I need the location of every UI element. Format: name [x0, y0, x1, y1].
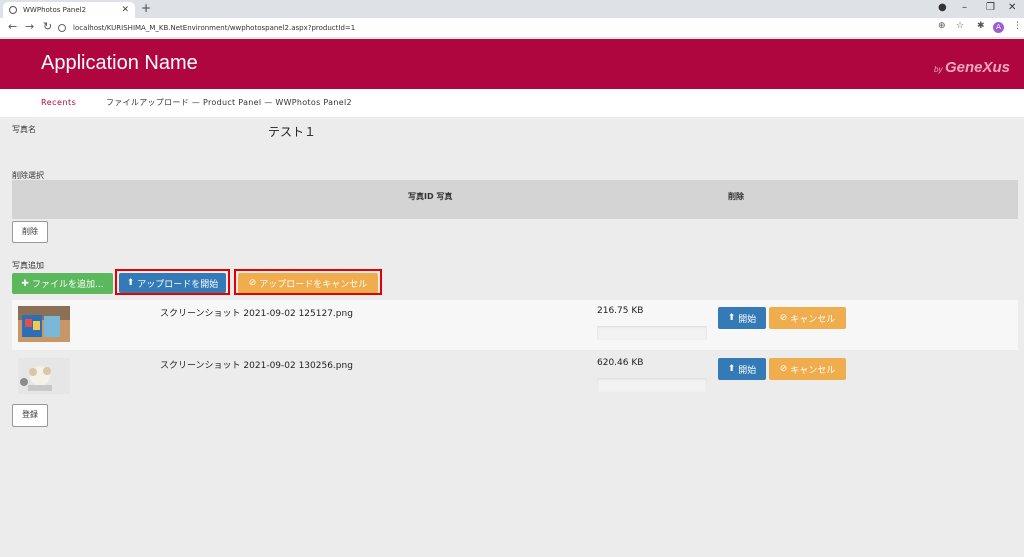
cancel-upload-label: アップロードをキャンセル: [259, 279, 368, 290]
cancel-icon: ⊘: [779, 313, 788, 323]
globe-icon: [9, 6, 17, 14]
browser-toolbar: ← → ↻ localhost/KURISHIMA_M_KB.NetEnviro…: [0, 18, 1024, 38]
site-info-icon[interactable]: [58, 24, 66, 32]
upload-progress-bar: [597, 326, 707, 340]
file-row: スクリーンショット 2021-09-02 130256.png 620.46 K…: [12, 352, 1018, 402]
file-row: スクリーンショット 2021-09-02 125127.png 216.75 K…: [12, 300, 1018, 350]
start-upload-button[interactable]: ⬆ アップロードを開始: [119, 273, 226, 293]
app-title: Application Name: [41, 52, 198, 74]
thumbnail-image: [18, 358, 70, 394]
menu-icon[interactable]: ⋮: [1013, 21, 1022, 31]
new-tab-icon[interactable]: +: [141, 1, 151, 15]
maximize-icon[interactable]: ❐: [986, 2, 995, 13]
address-url[interactable]: localhost/KURISHIMA_M_KB.NetEnvironment/…: [73, 24, 355, 32]
start-button[interactable]: ⬆ 開始: [718, 307, 766, 329]
file-size: 216.75 KB: [597, 306, 644, 316]
upload-progress-bar: [597, 378, 707, 392]
upload-icon: ⬆: [727, 364, 736, 374]
start-upload-label: アップロードを開始: [137, 279, 219, 290]
cancel-button[interactable]: ⊘ キャンセル: [769, 307, 846, 329]
app-header: Application Name by GeneXus: [0, 39, 1024, 89]
add-files-button[interactable]: ✚ ファイルを追加...: [12, 273, 113, 294]
start-button-label: 開始: [738, 365, 757, 376]
thumbnail-image: [18, 306, 70, 342]
photo-name-label: 写真名: [12, 125, 36, 134]
column-delete[interactable]: 削除: [728, 191, 744, 202]
photo-grid-header: 写真ID 写真 削除: [12, 180, 1018, 219]
add-photo-label: 写真追加: [12, 261, 44, 270]
file-name: スクリーンショット 2021-09-02 130256.png: [160, 361, 353, 371]
cancel-button[interactable]: ⊘ キャンセル: [769, 358, 846, 380]
file-size: 620.46 KB: [597, 358, 644, 368]
minimize-icon[interactable]: –: [962, 2, 967, 13]
cancel-icon: ⊘: [248, 278, 257, 288]
column-photo-id[interactable]: 写真ID 写真: [408, 191, 452, 202]
recents-link[interactable]: Recents: [41, 98, 76, 107]
browser-tab-title: WWPhotos Panel2: [23, 6, 87, 14]
start-button[interactable]: ⬆ 開始: [718, 358, 766, 380]
browser-tab-strip: WWPhotos Panel2 ✕ + ● – ❐ ✕: [0, 0, 1024, 18]
record-icon[interactable]: ●: [938, 2, 947, 13]
back-icon[interactable]: ←: [8, 20, 17, 33]
breadcrumb-trail[interactable]: ファイルアップロード — Product Panel — WWPhotos Pa…: [106, 97, 352, 108]
delete-button[interactable]: 削除: [12, 221, 48, 243]
zoom-icon[interactable]: ⊕: [938, 21, 946, 31]
cancel-button-label: キャンセル: [790, 365, 836, 376]
browser-tab[interactable]: WWPhotos Panel2 ✕: [3, 2, 135, 18]
start-button-label: 開始: [738, 314, 757, 325]
close-icon[interactable]: ✕: [121, 5, 129, 15]
forward-icon[interactable]: →: [25, 20, 34, 33]
avatar[interactable]: A: [993, 22, 1004, 33]
breadcrumb: Recents ファイルアップロード — Product Panel — WWP…: [0, 89, 1024, 117]
cancel-icon: ⊘: [779, 364, 788, 374]
extensions-icon[interactable]: ✱: [977, 21, 985, 31]
window-close-icon[interactable]: ✕: [1008, 2, 1016, 13]
genexus-logo: by GeneXus: [934, 59, 1010, 76]
cancel-upload-button[interactable]: ⊘ アップロードをキャンセル: [238, 273, 378, 293]
address-bar[interactable]: localhost/KURISHIMA_M_KB.NetEnvironment/…: [58, 21, 928, 35]
file-name: スクリーンショット 2021-09-02 125127.png: [160, 309, 353, 319]
cancel-button-label: キャンセル: [790, 314, 836, 325]
upload-icon: ⬆: [126, 278, 135, 288]
add-files-label: ファイルを追加...: [31, 280, 104, 290]
reload-icon[interactable]: ↻: [43, 20, 52, 33]
upload-icon: ⬆: [727, 313, 736, 323]
bookmark-star-icon[interactable]: ☆: [956, 21, 964, 31]
photo-name-value: テスト１: [268, 125, 317, 139]
plus-icon: ✚: [21, 278, 29, 289]
register-button[interactable]: 登録: [12, 404, 48, 427]
